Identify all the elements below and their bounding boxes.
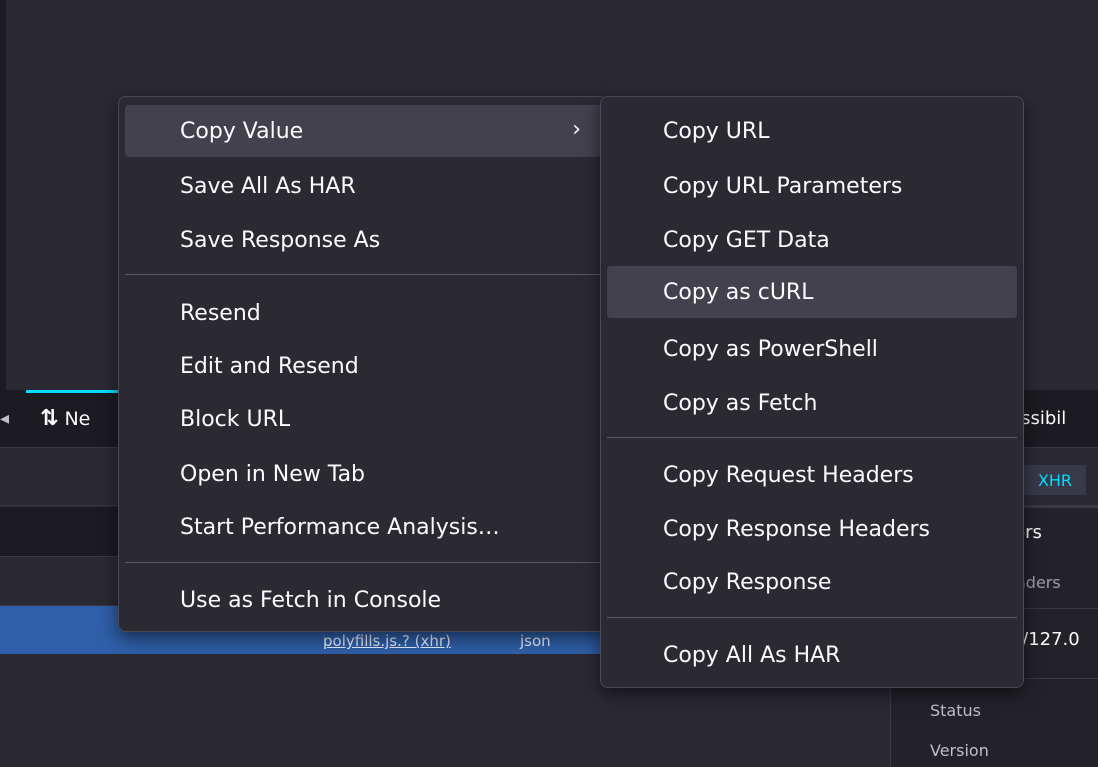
menu-item-copy-request-headers[interactable]: Copy Request Headers [607,449,1017,501]
menu-item-use-as-fetch-in-console[interactable]: Use as Fetch in Console [125,574,601,626]
menu-item-save-response-as[interactable]: Save Response As [125,214,601,266]
tab-overflow-icon[interactable]: ◂ [0,408,9,429]
active-tab-indicator [26,390,126,393]
menu-item-open-in-new-tab[interactable]: Open in New Tab [125,448,601,500]
menu-item-label: Copy Value [180,118,304,144]
menu-item-save-all-as-har[interactable]: Save All As HAR [125,160,601,212]
tab-network-label: Ne [64,407,91,430]
request-file: polyfills.js.? (xhr) [323,632,451,650]
menu-item-block-url[interactable]: Block URL [125,393,601,445]
menu-item-copy-as-fetch[interactable]: Copy as Fetch [607,377,1017,429]
menu-item-copy-value[interactable]: Copy Value › [125,105,601,157]
chevron-right-icon: › [572,117,581,142]
menu-separator [125,274,601,275]
menu-item-copy-url-parameters[interactable]: Copy URL Parameters [607,160,1017,212]
copy-value-submenu: Copy URL Copy URL Parameters Copy GET Da… [600,96,1024,688]
menu-item-copy-response[interactable]: Copy Response [607,556,1017,608]
menu-item-copy-response-headers[interactable]: Copy Response Headers [607,503,1017,555]
tab-network[interactable]: ⇅ Ne [40,406,90,431]
menu-separator [607,437,1017,438]
menu-item-copy-as-powershell[interactable]: Copy as PowerShell [607,323,1017,375]
menu-item-copy-as-curl[interactable]: Copy as cURL [607,266,1017,318]
context-menu: Copy Value › Save All As HAR Save Respon… [118,96,608,632]
menu-item-start-performance-analysis[interactable]: Start Performance Analysis… [125,501,601,553]
filter-xhr-button[interactable]: XHR [1024,465,1086,495]
menu-item-copy-get-data[interactable]: Copy GET Data [607,214,1017,266]
menu-item-edit-and-resend[interactable]: Edit and Resend [125,340,601,392]
menu-separator [607,617,1017,618]
menu-item-copy-url[interactable]: Copy URL [607,105,1017,157]
network-arrows-icon: ⇅ [40,406,59,431]
menu-item-resend[interactable]: Resend [125,287,601,339]
menu-item-copy-all-as-har[interactable]: Copy All As HAR [607,629,1017,681]
request-type: json [520,632,551,650]
menu-separator [125,562,601,563]
version-label: Version [930,741,989,760]
status-label: Status [930,701,981,720]
